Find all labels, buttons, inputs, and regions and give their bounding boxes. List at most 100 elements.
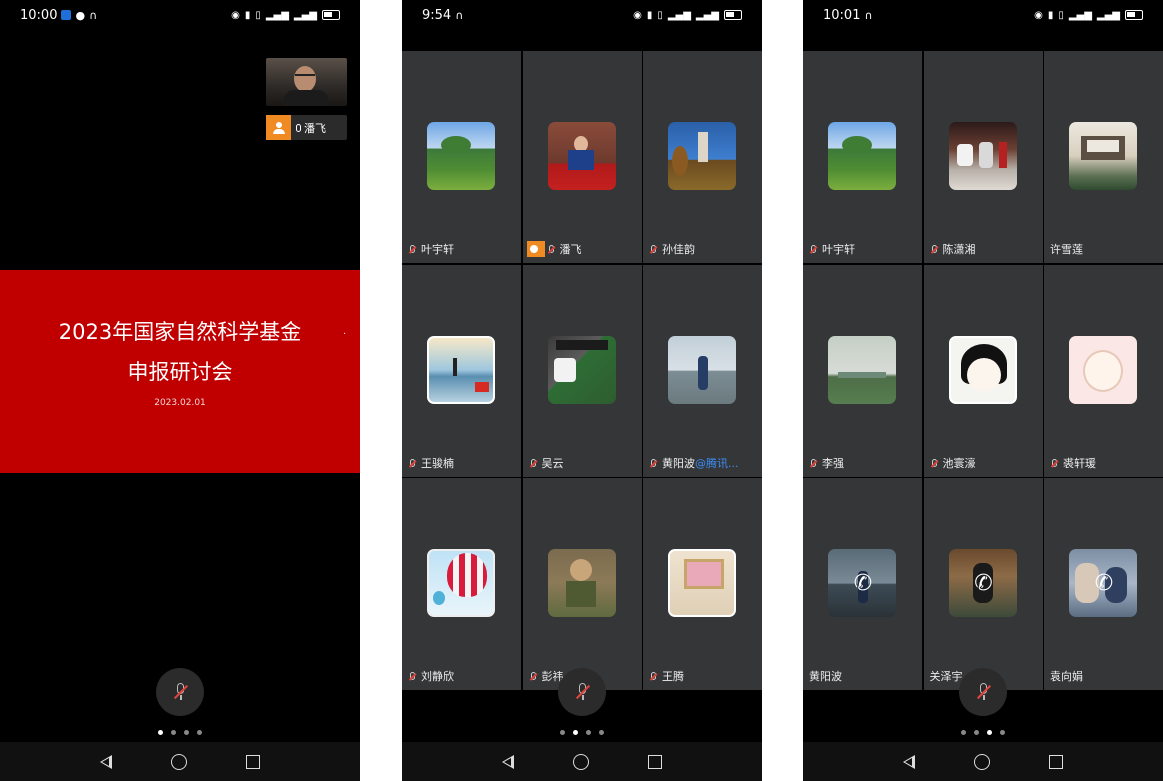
participant-tile[interactable]: 池寰濠 [923, 264, 1043, 477]
headphones-icon: ∩ [455, 8, 464, 22]
phone-call-icon: ✆ [974, 571, 993, 596]
page-indicator [803, 730, 1163, 735]
participant-avatar: ✆ [1069, 549, 1137, 617]
participant-tile[interactable]: 王骏楠 [402, 264, 521, 477]
participant-avatar [1069, 122, 1137, 190]
participant-name: 许雪莲 [1050, 243, 1083, 256]
participant-name: 陈潇湘 [942, 243, 976, 256]
home-icon[interactable] [572, 753, 589, 770]
navigation-bar [0, 742, 360, 781]
participant-name: 叶宇轩 [822, 243, 855, 256]
recents-icon[interactable] [1049, 754, 1064, 769]
participant-name: 池寰濠 [942, 456, 976, 470]
status-bar: 10:00 ● ∩ ◉ ▮ ▯ ▂▄▆ ▂▄▆ [0, 0, 360, 30]
participant-tile[interactable]: 裘轩瑗 [1044, 264, 1163, 477]
participant-tile[interactable]: 李强 [803, 264, 922, 477]
phone-screen-1: 10:00 ● ∩ ◉ ▮ ▯ ▂▄▆ ▂▄▆ 潘飞 2023年国家自然科学基金… [0, 0, 360, 781]
participant-tile[interactable]: 叶宇轩 [402, 51, 521, 263]
vibrate-icon: ▯ [255, 9, 261, 21]
signal-icon: ▂▄▆ [695, 9, 719, 21]
participant-avatar [668, 335, 736, 404]
participant-name: 黄阳波 [809, 670, 842, 683]
self-name: 潘飞 [304, 121, 326, 135]
participant-tile[interactable]: 陈潇湘 [923, 51, 1043, 263]
mic-icon: ▮ [244, 9, 251, 21]
page-dot-active [987, 730, 992, 735]
self-video-body [284, 90, 328, 106]
participant-avatar: ✆ [828, 549, 896, 617]
participant-avatar [547, 122, 616, 190]
participant-name: 关泽宇 [929, 670, 963, 683]
eye-icon: ◉ [633, 9, 642, 21]
mic-muted-icon [530, 458, 536, 467]
participant-tile[interactable]: 彭祎 [522, 478, 642, 690]
page-dot [599, 730, 604, 735]
participant-tile[interactable]: 叶宇轩 [803, 51, 922, 263]
participant-tile[interactable]: 黄阳波 @腾讯... [643, 264, 762, 477]
host-person-icon [266, 115, 291, 140]
participant-avatar [547, 549, 616, 617]
recents-icon[interactable] [648, 754, 663, 769]
participant-avatar [828, 122, 896, 190]
back-icon[interactable] [902, 754, 915, 769]
mic-muted-icon [410, 245, 415, 253]
mic-muted-icon [651, 672, 656, 680]
mic-muted-icon [1052, 458, 1057, 467]
host-person-icon [526, 241, 545, 257]
participant-tile[interactable]: ✆ 袁向娟 [1044, 478, 1163, 690]
participant-name: 王腾 [662, 670, 684, 683]
home-icon[interactable] [170, 753, 187, 770]
participant-tile[interactable]: 许雪莲 [1044, 51, 1163, 263]
participant-tile[interactable]: 潘飞 [522, 51, 642, 263]
recents-icon[interactable] [246, 754, 261, 769]
participant-tile[interactable]: 孙佳韵 [643, 51, 762, 263]
participant-avatar [948, 122, 1017, 190]
mic-muted-icon [173, 682, 189, 702]
participant-tile[interactable]: 吴云 [522, 264, 642, 477]
self-video-glasses [295, 74, 315, 78]
vibrate-icon: ▯ [657, 9, 663, 21]
mute-button[interactable] [959, 668, 1007, 716]
participant-name: 王骏楠 [421, 456, 454, 470]
mic-muted-icon [931, 458, 937, 467]
shared-screen-slide[interactable]: 2023年国家自然科学基金 申报研讨会 2023.02.01 . [0, 270, 360, 473]
participant-avatar [948, 335, 1017, 404]
self-video-face [294, 66, 316, 92]
participant-tile[interactable]: ✆ 关泽宇 [923, 478, 1043, 690]
slide-date: 2023.02.01 [154, 398, 206, 408]
mic-muted-icon [548, 245, 554, 253]
mic-muted-icon [931, 245, 937, 253]
phone-screen-3: 10:01 ∩ ◉ ▮ ▯ ▂▄▆ ▂▄▆ 叶宇轩 陈潇湘 许雪莲 李强 池寰濠… [803, 0, 1163, 781]
participant-name: 叶宇轩 [421, 243, 454, 256]
participant-avatar: ✆ [948, 549, 1017, 617]
page-dot [586, 730, 591, 735]
page-dot-active [573, 730, 578, 735]
self-name-tag: 潘飞 [266, 115, 347, 140]
self-video-preview[interactable] [266, 58, 347, 106]
participant-tile[interactable]: ✆ 黄阳波 [803, 478, 922, 690]
eye-icon: ◉ [1034, 9, 1043, 21]
participant-avatar [427, 335, 495, 404]
home-icon[interactable] [973, 753, 990, 770]
page-indicator [0, 730, 360, 735]
participant-name: 刘静欣 [421, 670, 454, 683]
battery-icon [1125, 10, 1143, 20]
mute-button[interactable] [558, 668, 606, 716]
page-dot [560, 730, 565, 735]
back-icon[interactable] [501, 754, 514, 769]
participant-tile[interactable]: 刘静欣 [402, 478, 521, 690]
phone-call-icon: ✆ [1094, 571, 1114, 596]
status-bar: 9:54 ∩ ◉ ▮ ▯ ▂▄▆ ▂▄▆ [402, 0, 762, 30]
status-time: 10:00 [20, 7, 58, 23]
mic-muted-icon [976, 682, 992, 702]
participant-tile[interactable]: 王腾 [643, 478, 762, 690]
phone-call-icon: ✆ [853, 571, 873, 596]
signal-icon: ▂▄▆ [265, 9, 289, 21]
back-icon[interactable] [99, 754, 112, 769]
participant-avatar [547, 335, 616, 404]
mic-muted-icon [811, 245, 816, 253]
slide-title-line-1: 2023年国家自然科学基金 [58, 320, 302, 344]
mute-button[interactable] [156, 668, 204, 716]
mic-icon: ▮ [1047, 9, 1054, 21]
page-dot [197, 730, 202, 735]
